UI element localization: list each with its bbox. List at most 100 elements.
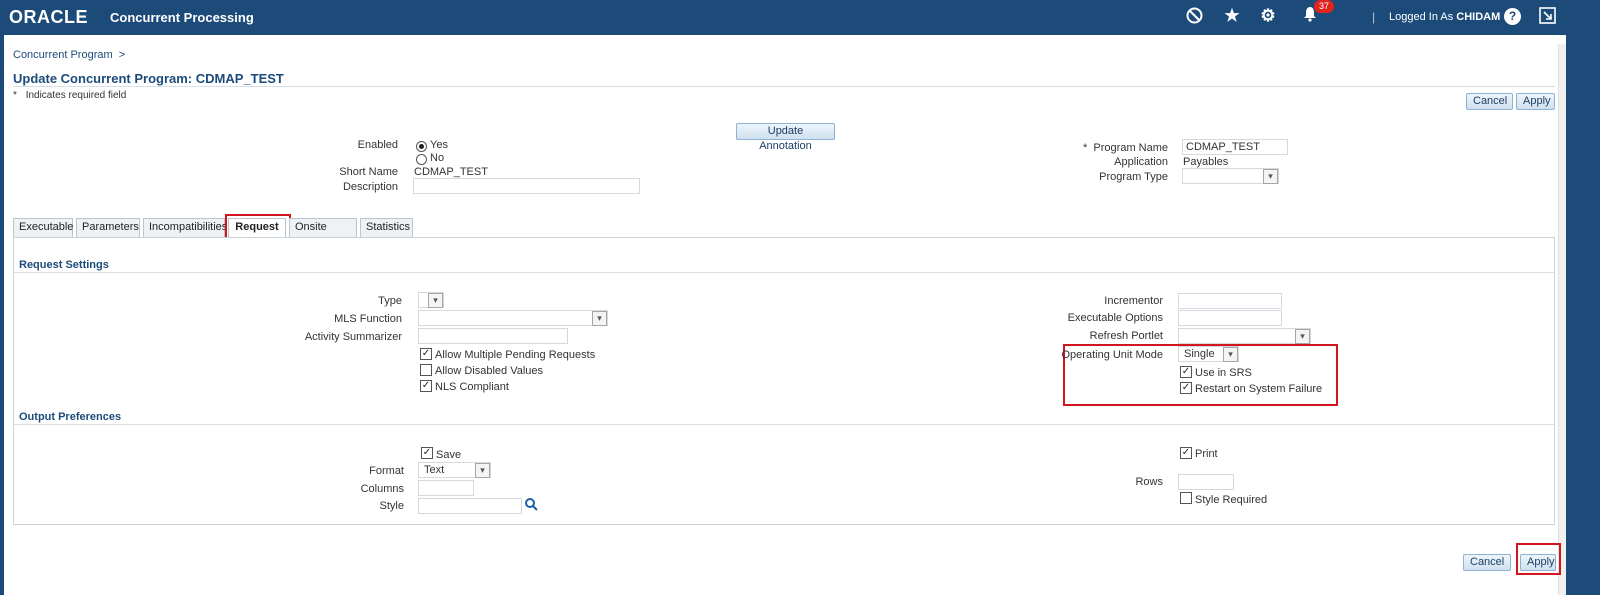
nls-compliant-label: NLS Compliant (435, 381, 509, 393)
required-field-note: * Indicates required field (13, 90, 126, 101)
enabled-no-label: No (430, 152, 445, 164)
left-frame (0, 35, 4, 595)
enabled-yes-label: Yes (430, 139, 448, 151)
program-name-required-star: * (1083, 142, 1088, 154)
logged-in-info: Logged In As CHIDAM (1389, 11, 1500, 23)
breadcrumb: Concurrent Program > (13, 49, 125, 61)
page-title: Update Concurrent Program: CDMAP_TEST (13, 71, 284, 86)
format-select[interactable]: Text ▾ (418, 462, 491, 478)
home-icon[interactable] (1184, 7, 1204, 29)
chevron-down-icon[interactable]: ▾ (1263, 169, 1278, 184)
vertical-scrollbar[interactable] (1558, 44, 1566, 595)
right-frame (1566, 35, 1600, 595)
use-in-srs-checkbox[interactable]: ✓ (1180, 366, 1192, 378)
style-required-checkbox[interactable] (1180, 492, 1192, 504)
username: CHIDAM (1456, 11, 1501, 23)
enabled-no-radio[interactable] (416, 154, 427, 165)
refresh-portlet-select[interactable]: ▾ (1178, 328, 1311, 344)
rows-label: Rows (1135, 476, 1163, 488)
allow-multiple-pending-label: Allow Multiple Pending Requests (435, 349, 596, 361)
type-select[interactable]: ▾ (418, 292, 444, 308)
logout-icon[interactable] (1539, 7, 1556, 27)
oracle-logo: ORACLE (9, 7, 88, 27)
activity-summarizer-input[interactable] (418, 328, 568, 344)
rows-input[interactable] (1178, 474, 1234, 490)
incrementor-label: Incrementor (1104, 295, 1163, 307)
allow-multiple-pending-checkbox[interactable]: ✓ (420, 348, 432, 360)
chevron-down-icon[interactable]: ▾ (475, 463, 490, 478)
description-label: Description (342, 181, 398, 193)
chevron-down-icon[interactable]: ▾ (592, 311, 607, 326)
incrementor-input[interactable] (1178, 293, 1282, 309)
activity-summarizer-label: Activity Summarizer (304, 331, 402, 343)
update-annotation-button[interactable]: Update Annotation (736, 123, 835, 152)
tab-statistics[interactable]: Statistics (360, 218, 413, 237)
application-value: Payables (1183, 156, 1229, 168)
tab-executable[interactable]: Executable (13, 218, 73, 237)
style-required-label: Style Required (1195, 494, 1268, 506)
settings-gear-icon[interactable]: ⚙ (1258, 6, 1278, 26)
short-name-label: Short Name (339, 166, 398, 178)
short-name-value: CDMAP_TEST (414, 166, 488, 178)
restart-on-failure-label: Restart on System Failure (1195, 383, 1323, 395)
save-checkbox[interactable]: ✓ (421, 447, 433, 459)
type-label: Type (378, 295, 402, 307)
chevron-down-icon[interactable]: ▾ (1295, 329, 1310, 344)
nls-compliant-checkbox[interactable]: ✓ (420, 380, 432, 392)
print-label: Print (1195, 448, 1218, 460)
program-name-label-text: Program Name (1093, 142, 1168, 154)
refresh-portlet-label: Refresh Portlet (1089, 330, 1163, 342)
favorites-star-icon[interactable]: ★ (1222, 6, 1242, 26)
allow-disabled-values-checkbox[interactable] (420, 364, 432, 376)
save-label: Save (436, 449, 462, 461)
apply-button-top[interactable]: Apply (1516, 93, 1555, 110)
app-title: Concurrent Processing (110, 10, 254, 25)
format-value: Text (424, 464, 445, 476)
request-settings-divider (13, 272, 1555, 273)
cancel-button-bottom[interactable]: Cancel (1463, 554, 1511, 571)
top-header-bar: ORACLE Concurrent Processing ★ ⚙ 37 | Lo… (0, 0, 1600, 35)
request-settings-heading: Request Settings (19, 259, 109, 271)
cancel-button-top[interactable]: Cancel (1466, 93, 1513, 110)
columns-label: Columns (360, 483, 404, 495)
allow-disabled-values-label: Allow Disabled Values (435, 365, 544, 377)
program-name-label: * Program Name (1060, 142, 1168, 154)
executable-options-input[interactable] (1178, 310, 1282, 326)
use-in-srs-label: Use in SRS (1195, 367, 1252, 379)
tab-parameters[interactable]: Parameters (76, 218, 140, 237)
format-label: Format (369, 465, 404, 477)
breadcrumb-link[interactable]: Concurrent Program (13, 49, 113, 61)
tab-incompatibilities[interactable]: Incompatibilities (143, 218, 227, 237)
print-checkbox[interactable]: ✓ (1180, 447, 1192, 459)
style-label: Style (379, 500, 404, 512)
program-type-label: Program Type (1099, 171, 1168, 183)
tab-onsite-setting[interactable]: Onsite Setting (289, 218, 357, 250)
description-input[interactable] (413, 178, 640, 194)
columns-input[interactable] (418, 480, 474, 496)
operating-unit-mode-label: Operating Unit Mode (1061, 349, 1164, 361)
operating-unit-mode-select[interactable]: Single ▾ (1178, 346, 1239, 362)
program-name-input[interactable]: CDMAP_TEST (1182, 139, 1288, 155)
application-label: Application (1114, 156, 1168, 168)
enabled-yes-radio[interactable] (416, 141, 427, 152)
output-preferences-divider (13, 424, 1555, 425)
mls-function-select[interactable]: ▾ (418, 310, 608, 326)
search-icon[interactable] (524, 497, 538, 514)
notification-count-badge: 37 (1314, 0, 1335, 13)
required-note-text: Indicates required field (25, 90, 127, 101)
program-type-select[interactable]: ▾ (1182, 168, 1279, 184)
mls-function-label: MLS Function (334, 313, 402, 325)
chevron-down-icon[interactable]: ▾ (1223, 347, 1238, 362)
style-input[interactable] (418, 498, 522, 514)
header-separator: | (1372, 10, 1376, 24)
output-preferences-heading: Output Preferences (19, 411, 122, 423)
title-divider (13, 86, 1555, 87)
restart-on-failure-checkbox[interactable]: ✓ (1180, 382, 1192, 394)
logged-in-label: Logged In As (1389, 11, 1454, 23)
chevron-down-icon[interactable]: ▾ (428, 293, 443, 308)
required-star: * (13, 90, 17, 101)
enabled-label: Enabled (357, 139, 398, 151)
help-icon[interactable]: ? (1504, 8, 1521, 25)
executable-options-label: Executable Options (1067, 312, 1163, 324)
operating-unit-mode-value: Single (1184, 348, 1215, 360)
